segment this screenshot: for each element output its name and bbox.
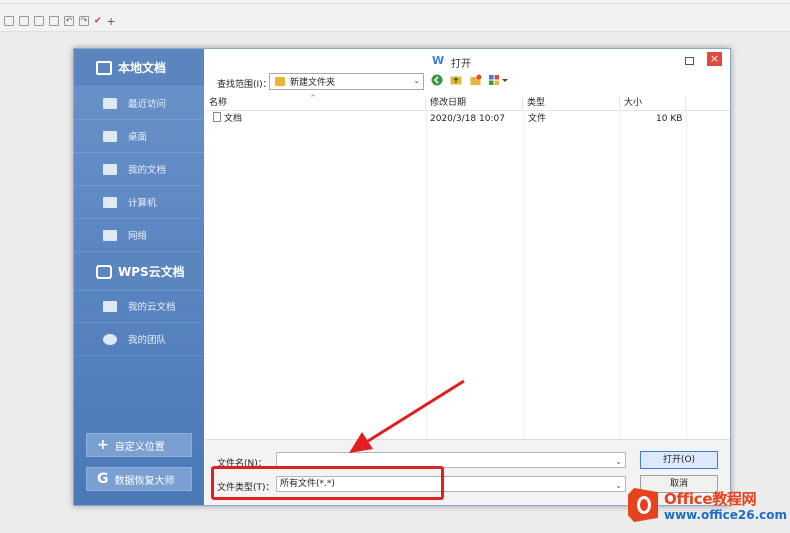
watermark-brand: Office教程网 (664, 490, 757, 508)
chevron-down-icon: ⌄ (615, 457, 622, 466)
file-icon (213, 112, 221, 122)
close-button[interactable]: × (707, 52, 722, 66)
plus-icon: + (97, 437, 109, 453)
team-icon (103, 333, 117, 345)
data-recovery-button[interactable]: G 数据恢复大师 (86, 467, 192, 491)
office-logo-icon (628, 488, 658, 522)
cloud-folder-icon (103, 300, 117, 312)
column-type[interactable]: 类型 (523, 96, 620, 111)
back-icon[interactable] (431, 74, 443, 86)
open-button[interactable]: 打开(O) (640, 451, 718, 469)
open-button-label: 打开(O) (662, 455, 696, 465)
sidebar-item-my-documents[interactable]: 我的文档 (74, 153, 204, 186)
sidebar-item-desktop[interactable]: 桌面 (74, 120, 204, 153)
column-modified-label: 修改日期 (430, 98, 467, 108)
desktop-icon (103, 130, 117, 142)
lookin-label: 查找范围(I)： (217, 80, 272, 90)
lookin-select[interactable]: 新建文件夹 ⌄ (269, 73, 424, 90)
column-name[interactable]: 名称 ^ (205, 94, 426, 111)
new-folder-icon[interactable] (470, 74, 482, 86)
file-list-header: 名称 ^ 修改日期 类型 大小 (205, 94, 730, 111)
computer-icon (103, 196, 117, 208)
sidebar-item-my-cloud-docs[interactable]: 我的云文档 (74, 290, 204, 323)
sidebar-item-label: 网络 (128, 231, 148, 242)
recent-icon (103, 97, 117, 109)
folder-icon (275, 77, 285, 86)
column-divider (686, 111, 687, 439)
monitor-icon (96, 60, 112, 75)
redo-icon[interactable]: ↷ (79, 16, 89, 26)
open-file-dialog: 本地文档 最近访问 桌面 我的文档 计算机 网络 WPS云文档 我的云文档 我的… (73, 48, 731, 506)
file-modified: 2020/3/18 10:07 (430, 114, 505, 124)
maximize-button[interactable] (685, 57, 694, 65)
wps-writer-icon: W (432, 54, 445, 67)
column-name-label: 名称 (209, 98, 228, 108)
sidebar-item-label: 桌面 (128, 132, 148, 143)
cloud-cube-icon (96, 264, 112, 279)
network-icon (103, 229, 117, 241)
close-icon: × (709, 52, 720, 65)
column-modified[interactable]: 修改日期 (426, 96, 523, 111)
view-menu-icon[interactable] (489, 74, 509, 86)
file-name-cell: 文档 (213, 112, 242, 127)
sidebar-item-network[interactable]: 网络 (74, 219, 204, 252)
column-type-label: 类型 (527, 98, 546, 108)
save-icon[interactable] (4, 16, 14, 26)
toolbar-top-strip (0, 0, 790, 8)
column-divider (523, 111, 524, 439)
file-name: 文档 (224, 114, 243, 124)
column-size[interactable]: 大小 (620, 96, 686, 111)
custom-location-label: 自定义位置 (114, 441, 165, 453)
sort-up-icon: ^ (310, 94, 316, 102)
chevron-down-icon: ⌄ (615, 481, 622, 490)
print-icon[interactable] (34, 16, 44, 26)
watermark: Office教程网 www.office26.com (628, 488, 788, 528)
recovery-icon: G (97, 471, 109, 487)
sidebar-wps-cloud[interactable]: WPS云文档 (74, 253, 204, 291)
file-type: 文件 (528, 114, 547, 124)
sidebar-item-label: 我的云文档 (128, 302, 176, 313)
custom-location-button[interactable]: + 自定义位置 (86, 433, 192, 457)
sidebar-cloud-label: WPS云文档 (118, 265, 185, 279)
chevron-down-icon: ⌄ (413, 76, 420, 85)
data-recovery-label: 数据恢复大师 (114, 475, 175, 487)
dialog-title: 打开 (451, 59, 471, 70)
file-row[interactable]: 文档 2020/3/18 10:07 文件 10 KB (205, 112, 730, 127)
app-toolbar: ↶ ↷ ✔ + (0, 0, 790, 32)
undo-icon[interactable]: ↶ (64, 16, 74, 26)
file-size: 10 KB (656, 114, 683, 124)
documents-icon (103, 163, 117, 175)
format-painter-icon[interactable]: ✔ (94, 16, 102, 26)
sidebar-local-label: 本地文档 (118, 61, 167, 75)
dialog-titlebar: W 打开 (205, 49, 730, 73)
export-pdf-icon[interactable] (19, 16, 29, 26)
sidebar-item-my-team[interactable]: 我的团队 (74, 323, 204, 356)
sidebar-item-recent[interactable]: 最近访问 (74, 87, 204, 120)
column-size-label: 大小 (624, 98, 643, 108)
sidebar-item-label: 我的团队 (128, 335, 167, 346)
sidebar-item-label: 最近访问 (128, 99, 167, 110)
add-icon[interactable]: + (107, 15, 116, 28)
sidebar-item-computer[interactable]: 计算机 (74, 186, 204, 219)
print-preview-icon[interactable] (49, 16, 59, 26)
column-divider (426, 111, 427, 439)
up-folder-icon[interactable] (450, 74, 462, 86)
sidebar-item-label: 我的文档 (128, 165, 167, 176)
lookin-value: 新建文件夹 (290, 78, 336, 88)
sidebar: 本地文档 最近访问 桌面 我的文档 计算机 网络 WPS云文档 我的云文档 我的… (74, 49, 204, 505)
quick-access-bar: ↶ ↷ ✔ + (4, 14, 116, 28)
column-divider (620, 111, 621, 439)
sidebar-item-label: 计算机 (128, 198, 157, 209)
watermark-url: www.office26.com (664, 508, 788, 522)
highlight-box (211, 466, 444, 500)
sidebar-local-documents[interactable]: 本地文档 (74, 49, 204, 87)
